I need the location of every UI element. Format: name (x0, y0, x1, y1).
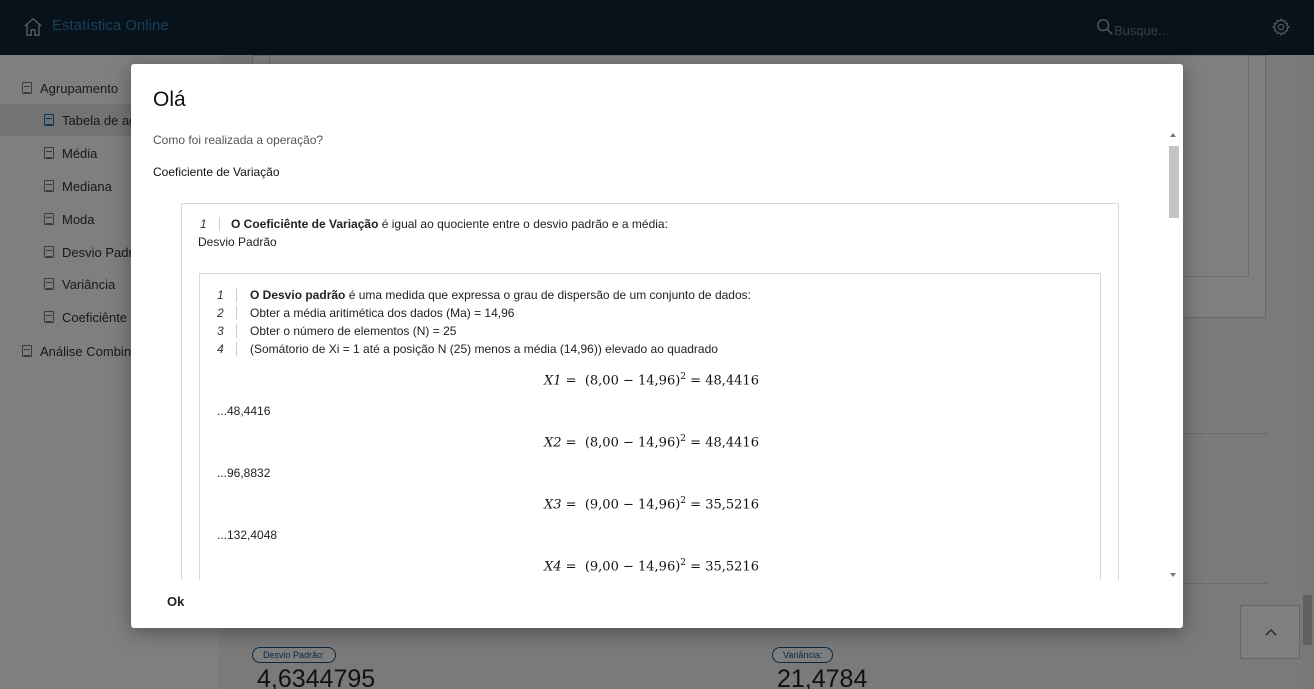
step-text: Obter o número de elementos (N) = 25 (250, 324, 457, 338)
partial-sum: ...96,8832 (217, 466, 271, 480)
explanation-box: 1 O Coeficiênte de Variação é igual ao q… (181, 203, 1119, 580)
step-bold: O Coeficiênte de Variação (231, 217, 379, 231)
step-number: 4 (217, 342, 224, 356)
operation-title: Coeficiente de Variação (153, 165, 280, 179)
dialog-body: Como foi realizada a operação? Coeficien… (153, 130, 1167, 580)
ok-button[interactable]: Ok (167, 594, 184, 609)
step-number: 1 (217, 288, 224, 302)
formula-var: X2 (544, 435, 562, 451)
formula: X3 = (9,00 − 14,96)2 = 35,5216 (544, 496, 759, 513)
step-divider (236, 324, 237, 338)
step-divider (236, 306, 237, 320)
step-divider (236, 288, 237, 302)
formula-expr: (9,00 − 14,96) (584, 497, 681, 513)
question-text: Como foi realizada a operação? (153, 133, 324, 147)
scroll-down-icon[interactable] (1170, 573, 1176, 577)
step-text: Obter a média aritimética dos dados (Ma)… (250, 306, 515, 320)
formula-result: 48,4416 (705, 435, 759, 451)
formula-var: X4 (544, 559, 562, 575)
step-number: 3 (217, 324, 224, 338)
step-number: 2 (217, 306, 224, 320)
step-bold: O Desvio padrão (250, 288, 346, 302)
step-text: O Coeficiênte de Variação é igual ao quo… (231, 217, 668, 231)
step-divider (219, 217, 220, 231)
partial-sum: ...48,4416 (217, 404, 271, 418)
step-text: O Desvio padrão é uma medida que express… (250, 288, 751, 302)
scrollbar-thumb[interactable] (1169, 146, 1179, 218)
desvio-box: 1 O Desvio padrão é uma medida que expre… (199, 273, 1101, 580)
formula: X1 = (8,00 − 14,96)2 = 48,4416 (544, 372, 759, 389)
formula-result: 35,5216 (705, 497, 759, 513)
scroll-up-icon[interactable] (1170, 133, 1176, 137)
step-rest: é igual ao quociente entre o desvio padr… (378, 217, 668, 231)
formula-result: 35,5216 (705, 559, 759, 575)
dialog-title: Olá (153, 88, 186, 111)
formula-result: 48,4416 (705, 373, 759, 389)
step-text: (Somátorio de Xi = 1 até a posição N (25… (250, 342, 718, 356)
step-rest: é uma medida que expressa o grau de disp… (345, 288, 751, 302)
step-divider (236, 342, 237, 356)
partial-sum: ...132,4048 (217, 528, 278, 542)
step-number: 1 (200, 217, 207, 231)
formula-expr: (8,00 − 14,96) (584, 435, 681, 451)
subtitle: Desvio Padrão (198, 235, 277, 249)
formula-var: X3 (544, 497, 562, 513)
formula-expr: (9,00 − 14,96) (584, 559, 681, 575)
formula: X2 = (8,00 − 14,96)2 = 48,4416 (544, 434, 759, 451)
formula-expr: (8,00 − 14,96) (584, 373, 681, 389)
formula: X4 = (9,00 − 14,96)2 = 35,5216 (544, 558, 759, 575)
dialog-scrollbar[interactable] (1167, 130, 1181, 580)
explanation-dialog: Olá Como foi realizada a operação? Coefi… (131, 64, 1183, 628)
formula-var: X1 (544, 373, 562, 389)
